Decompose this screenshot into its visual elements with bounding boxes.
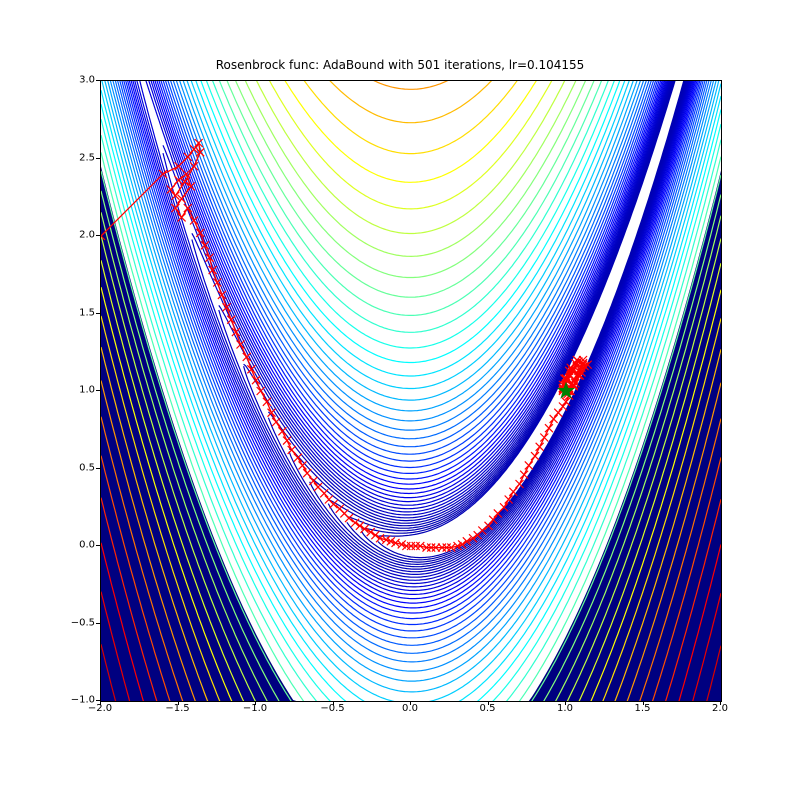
y-tick-label: 1.5 (79, 307, 95, 318)
y-tick-label: 2.0 (79, 230, 95, 241)
trajectory-marker-x-icon (303, 469, 311, 477)
trajectory-marker-x-icon (550, 415, 558, 423)
y-tick-label: 0.5 (79, 462, 95, 473)
trajectory-marker-x-icon (294, 454, 302, 462)
y-tick-label: 3.0 (79, 75, 95, 86)
trajectory-marker-x-icon (554, 409, 562, 417)
trajectory-marker-x-icon (278, 427, 286, 435)
y-tick-label: 1.0 (79, 385, 95, 396)
plot-axes (100, 80, 722, 702)
trajectory-marker-x-icon (320, 489, 328, 497)
trajectory-marker-x-icon (509, 488, 517, 496)
y-tick-label: −1.0 (71, 695, 95, 706)
trajectory-marker-x-icon (288, 446, 296, 454)
trajectory-marker-x-icon (520, 471, 528, 479)
trajectory-marker-x-icon (272, 418, 280, 426)
trajectory-marker-x-icon (299, 461, 307, 469)
figure: Rosenbrock func: AdaBound with 501 itera… (0, 0, 800, 800)
trajectory-marker-x-icon (356, 522, 364, 530)
trajectory-marker-x-icon (540, 434, 548, 442)
trajectory-marker-x-icon (545, 424, 553, 432)
y-tick-label: 2.5 (79, 152, 95, 163)
trajectory-marker-x-icon (371, 531, 379, 539)
trajectory-marker-x-icon (525, 461, 533, 469)
plot-canvas (101, 81, 721, 701)
trajectory-marker-x-icon (257, 387, 265, 395)
y-tick-label: −0.5 (71, 617, 95, 628)
trajectory-marker-x-icon (536, 443, 544, 451)
trajectory-marker-x-icon (559, 403, 567, 411)
y-tick-label: 0.0 (79, 540, 95, 551)
trajectory-marker-x-icon (351, 519, 359, 527)
trajectory-marker-x-icon (309, 477, 317, 485)
trajectory-marker-x-icon (531, 452, 539, 460)
chart-title: Rosenbrock func: AdaBound with 501 itera… (0, 58, 800, 72)
